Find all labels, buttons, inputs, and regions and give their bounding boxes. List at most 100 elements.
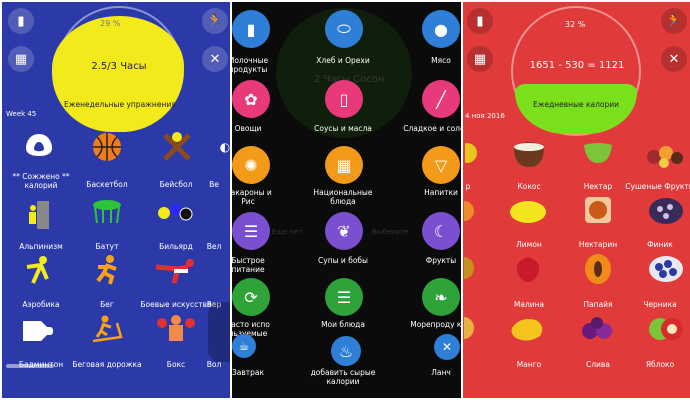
running-icon[interactable] bbox=[90, 254, 124, 286]
my-dishes-button[interactable]: ☰ bbox=[325, 278, 363, 316]
refresh-icon: ⟳ bbox=[244, 287, 258, 307]
drumstick-icon: ● bbox=[434, 19, 448, 39]
fruit-partial-4[interactable] bbox=[463, 314, 477, 342]
waffle-icon: ▦ bbox=[336, 155, 352, 175]
bread-nuts-button[interactable]: ⬭ bbox=[325, 10, 363, 48]
weekly-gauge-subtitle: Еженедельные упражнения bbox=[64, 100, 176, 109]
dried-fruits-icon[interactable] bbox=[643, 138, 687, 170]
aerobics-icon[interactable] bbox=[22, 254, 54, 286]
cat-label-soups: Супы и бобы bbox=[318, 256, 368, 265]
raspberry-icon[interactable] bbox=[511, 254, 545, 284]
fruit-label-raspberry: Малина bbox=[513, 300, 545, 309]
climbing-icon[interactable] bbox=[22, 198, 54, 232]
fruits-button[interactable]: ☾ bbox=[422, 212, 460, 250]
trampoline-icon[interactable] bbox=[90, 196, 124, 228]
stats-button-2[interactable]: ▮ bbox=[467, 8, 493, 34]
soups-button[interactable]: ❦ bbox=[325, 212, 363, 250]
cup-icon: ☕ bbox=[238, 339, 250, 353]
food-button[interactable]: ✕ bbox=[202, 46, 228, 72]
cat-label-sweets: Сладкое и соленое bbox=[403, 124, 461, 133]
week-label: Week 45 bbox=[6, 110, 37, 118]
billiards-icon[interactable] bbox=[156, 198, 196, 228]
breakfast-button[interactable]: ☕ bbox=[232, 334, 256, 358]
calories-burned-icon[interactable] bbox=[22, 130, 56, 160]
cat-label-add-raw: добавить сырые калории bbox=[310, 368, 376, 386]
plum-icon[interactable] bbox=[579, 312, 617, 344]
carrot-icon: ✿ bbox=[244, 89, 258, 109]
cat-label-meat: Мясо bbox=[431, 56, 451, 65]
item-label-basketball: Баскетбол bbox=[86, 180, 128, 189]
candy-icon: ╱ bbox=[436, 89, 446, 109]
lunch-button[interactable]: ✕ bbox=[434, 334, 460, 360]
mango-icon[interactable] bbox=[509, 314, 547, 344]
banana-icon: ☾ bbox=[433, 221, 449, 241]
fruit-label-apple: Яблоко bbox=[645, 360, 675, 369]
item-label-running: Бег bbox=[100, 300, 114, 309]
nectarine-icon[interactable] bbox=[581, 194, 615, 226]
add-raw-calories-button[interactable]: ♨ bbox=[331, 336, 361, 366]
fork-knife-icon: ✕ bbox=[209, 51, 221, 67]
fruit-partial-2[interactable] bbox=[463, 198, 477, 224]
glass-icon: ▽ bbox=[434, 155, 448, 175]
cat-label-breakfast: Завтрак bbox=[232, 368, 265, 377]
weekly-gauge-fill bbox=[52, 16, 184, 132]
coconut-icon[interactable] bbox=[511, 138, 547, 170]
martial-arts-icon[interactable] bbox=[154, 256, 196, 286]
horizontal-scrollbar[interactable] bbox=[6, 364, 54, 368]
food-button-2[interactable]: ✕ bbox=[661, 46, 687, 72]
drinks-button[interactable]: ▽ bbox=[422, 146, 460, 184]
vegetables-button[interactable]: ✿ bbox=[232, 80, 270, 118]
treadmill-icon[interactable] bbox=[90, 314, 124, 346]
daily-gauge-equation: 1651 - 530 = 1121 bbox=[529, 60, 625, 71]
cat-label-my-dishes: Мои блюда bbox=[321, 320, 365, 329]
side-handle[interactable] bbox=[208, 302, 230, 362]
national-dishes-button[interactable]: ▦ bbox=[325, 146, 363, 184]
burger-icon: ☰ bbox=[243, 221, 259, 241]
papaya-icon[interactable] bbox=[581, 252, 615, 286]
cat-label-sauces: Соусы и масла bbox=[314, 124, 372, 133]
sauces-button[interactable]: ▯ bbox=[325, 80, 363, 118]
exercise-button[interactable]: 🏃 bbox=[202, 8, 228, 34]
pasta-icon: ✺ bbox=[244, 155, 258, 175]
background-hint-2: Выберите bbox=[372, 228, 409, 236]
date-fruit-icon[interactable] bbox=[647, 196, 685, 226]
cat-label-fast-food: Быстрое питание bbox=[232, 256, 265, 274]
bottle-icon: ▯ bbox=[339, 89, 349, 109]
basketball-icon[interactable] bbox=[90, 130, 124, 164]
cat-label-bread: Хлеб и Орехи bbox=[316, 56, 370, 65]
cycling-icon-partial[interactable]: ◐ bbox=[218, 132, 230, 162]
dairy-button[interactable]: ▮ bbox=[232, 10, 270, 48]
meat-button[interactable]: ● bbox=[422, 10, 460, 48]
frequent-button[interactable]: ⟳ bbox=[232, 278, 270, 316]
item-label-treadmill: Беговая дорожка bbox=[72, 360, 142, 369]
bean-icon: ❦ bbox=[337, 221, 351, 241]
cat-label-lunch: Ланч bbox=[431, 368, 451, 377]
exercise-panel: 29 % 2.5/3 Часы Еженедельные упражнения … bbox=[2, 2, 230, 398]
pasta-button[interactable]: ✺ bbox=[232, 146, 270, 184]
seafood-button[interactable]: ❧ bbox=[422, 278, 460, 316]
fruit-label-date: Финик bbox=[647, 240, 673, 249]
fruit-label-mango: Манго bbox=[516, 360, 542, 369]
milk-icon: ▮ bbox=[246, 19, 256, 39]
fruit-partial-3[interactable] bbox=[463, 254, 477, 282]
fruit-partial-1[interactable] bbox=[463, 140, 481, 166]
nectar-icon[interactable] bbox=[581, 140, 615, 166]
blueberry-icon[interactable] bbox=[647, 254, 685, 284]
exercise-button-2[interactable]: 🏃 bbox=[661, 8, 687, 34]
grid-button-2[interactable]: ▦ bbox=[467, 46, 493, 72]
boxing-icon[interactable] bbox=[156, 312, 196, 344]
stats-button[interactable]: ▮ bbox=[8, 8, 34, 34]
grid-icon: ▦ bbox=[473, 51, 487, 67]
fish-icon: ❧ bbox=[434, 287, 448, 307]
fast-food-button[interactable]: ☰ bbox=[232, 212, 270, 250]
runner-icon: 🏃 bbox=[206, 13, 224, 29]
grid-button[interactable]: ▦ bbox=[8, 46, 34, 72]
badminton-icon[interactable] bbox=[20, 314, 56, 346]
weekly-gauge-percent: 29 % bbox=[100, 19, 121, 28]
baseball-icon[interactable] bbox=[160, 130, 194, 164]
lemon-icon[interactable] bbox=[507, 198, 549, 226]
apple-icon[interactable] bbox=[647, 312, 685, 344]
fruits-panel: 32 % 1651 - 530 = 1121 Ежедневные калори… bbox=[463, 2, 690, 398]
sweets-button[interactable]: ╱ bbox=[422, 80, 460, 118]
cat-label-pasta: Макароны и Рис bbox=[232, 188, 272, 206]
